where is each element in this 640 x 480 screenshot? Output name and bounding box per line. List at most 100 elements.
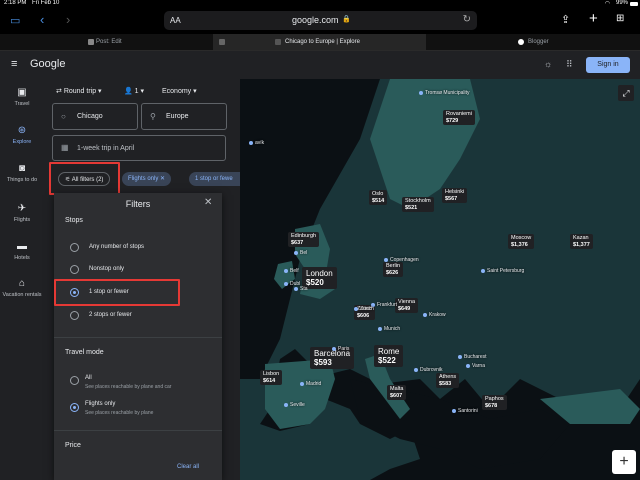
pin-price: $522 (378, 356, 396, 365)
map-dot-icon (423, 313, 427, 317)
map-dot-icon (414, 368, 418, 372)
share-icon[interactable]: ⇪ (561, 13, 570, 26)
tab-strip: Post: Edit Chicago to Europe | Explore B… (0, 34, 640, 51)
pin-city: Stockholm (405, 198, 431, 204)
map-pin[interactable]: Lisbon $614 (260, 370, 283, 385)
travel-mode-heading: Travel mode (65, 349, 104, 356)
map-dot-icon (300, 382, 304, 386)
passengers-select[interactable]: 👤 1 ▾ (124, 87, 144, 95)
radio-nonstop[interactable] (70, 265, 79, 274)
radio-sublabel: See places reachable by plane (85, 410, 154, 416)
cabin-select[interactable]: Economy ▾ (162, 87, 197, 95)
back-icon[interactable]: ‹ (40, 12, 44, 27)
map-pin[interactable]: Vienna $649 (395, 298, 419, 313)
one-stop-highlight (54, 279, 180, 306)
sidebar-item-label: Travel (14, 101, 30, 107)
tab-post-edit[interactable]: Post: Edit (0, 34, 213, 50)
signin-button[interactable]: Sign in (586, 57, 630, 73)
map[interactable]: Rovaniemi $729 Oslo $514 Stockholm $521 Helsin… (240, 79, 640, 480)
text-size-button[interactable]: AA (170, 16, 181, 25)
url-text: google.com (292, 15, 339, 25)
map-place-label: Belf (290, 268, 299, 274)
sidebar-item-vacation-rentals[interactable]: ⌂ Vacation rentals (0, 278, 44, 298)
map-pin[interactable]: Rovaniemi $729 (443, 110, 475, 125)
map-place-label: Santorini (458, 408, 478, 414)
theme-icon[interactable]: ☼ (544, 59, 552, 69)
zoom-in-button[interactable]: + (612, 450, 636, 474)
sidebar-item-flights[interactable]: ✈ Flights (0, 203, 44, 223)
tab-explore[interactable]: Chicago to Europe | Explore (213, 34, 426, 50)
pin-price: $614 (263, 377, 276, 384)
map-dot-icon (354, 307, 358, 311)
radio-two-stops[interactable] (70, 311, 79, 320)
plane-icon: ✈ (17, 203, 27, 214)
map-place-label: Copenhagen (390, 257, 419, 263)
map-pin[interactable]: Berlin $626 (383, 262, 404, 277)
map-pin[interactable]: Helsinki $567 (442, 188, 468, 203)
reload-icon[interactable]: ↻ (463, 14, 471, 25)
map-pin[interactable]: Malta $607 (387, 385, 407, 400)
trip-type-select[interactable]: ⇄ Round trip ▾ (56, 87, 102, 95)
stops-chip[interactable]: 1 stop or fewe (189, 172, 240, 186)
sidebar-item-explore[interactable]: ⊛ Explore (0, 125, 44, 145)
origin-input[interactable]: ○ Chicago (52, 103, 138, 130)
radio-flights-only[interactable] (70, 403, 79, 412)
pin-price: $567 (445, 195, 458, 202)
cabin-value: Economy (162, 88, 192, 95)
fullscreen-icon[interactable]: ⤢ (618, 85, 634, 101)
map-pin[interactable]: Stockholm $521 (402, 197, 434, 212)
pin-city: Kazan (573, 235, 589, 241)
new-tab-icon[interactable]: + (589, 10, 598, 27)
apps-grid-icon[interactable]: ⠿ (566, 59, 573, 70)
radio-label: Any number of stops (89, 244, 145, 250)
sidebar-toggle-icon[interactable]: ▭ (10, 14, 20, 27)
sidebar-item-label: Things to do (6, 177, 38, 183)
map-pin[interactable]: Oslo $514 (369, 190, 388, 205)
map-pin[interactable]: Paphos $678 (482, 395, 507, 410)
blogger-favicon-icon (88, 39, 94, 45)
radio-all-modes[interactable] (70, 376, 79, 385)
status-time: 2:18 PM (4, 0, 27, 6)
price-heading: Price (65, 442, 81, 449)
map-pin[interactable]: Athens $583 (436, 373, 460, 388)
map-dot-icon (481, 269, 485, 273)
pin-city: Malta (390, 386, 404, 392)
flights-only-chip[interactable]: Flights only ✕ (122, 172, 172, 186)
divider (54, 430, 222, 431)
address-bar[interactable]: AA google.com 🔒 ↻ (164, 11, 477, 30)
sidebar: ▣ Travel ⊛ Explore ◙ Things to do ✈ Flights … (0, 79, 44, 480)
suitcase-icon: ▣ (17, 87, 27, 98)
pin-city: Berlin (386, 263, 401, 269)
destination-input[interactable]: ⚲ Europe (141, 103, 227, 130)
close-icon[interactable]: ✕ (160, 176, 165, 182)
pin-city: Rome (378, 347, 400, 356)
close-icon[interactable]: ✕ (204, 197, 212, 208)
dates-input[interactable]: ▦ 1-week trip in April (52, 135, 226, 161)
sidebar-item-travel[interactable]: ▣ Travel (0, 87, 44, 107)
close-tab-icon[interactable] (219, 39, 225, 45)
map-dot-icon (294, 251, 298, 255)
sidebar-item-things-to-do[interactable]: ◙ Things to do (0, 163, 44, 183)
google-favicon-icon (275, 39, 281, 45)
tab-overview-icon[interactable]: ⊞ (616, 13, 624, 24)
pin-city: Rovaniemi (446, 111, 472, 117)
menu-icon[interactable]: ≡ (11, 58, 17, 70)
tab-blogger[interactable]: Blogger (426, 34, 640, 50)
sidebar-item-hotels[interactable]: ▬ Hotels (0, 241, 44, 261)
map-dot-icon (284, 269, 288, 273)
clear-all-button[interactable]: Clear all (177, 464, 199, 470)
pin-price: $521 (405, 204, 418, 211)
compass-icon: ⊛ (17, 125, 27, 136)
radio-any-stops[interactable] (70, 243, 79, 252)
sidebar-item-label: Hotels (14, 255, 30, 261)
map-pin[interactable]: Kazan $1,377 (570, 234, 593, 249)
map-place-label: Saint Petersburg (487, 268, 525, 274)
radio-label: 2 stops or fewer (89, 312, 132, 318)
map-place-label: Dubrovnik (420, 367, 443, 373)
map-place-label: Tromsø Municipality (425, 90, 470, 96)
map-pin[interactable]: Rome $522 (374, 345, 404, 367)
radio-label: All (85, 375, 92, 381)
map-pin[interactable]: Edinburgh $637 (288, 232, 320, 247)
forward-icon[interactable]: › (66, 12, 70, 27)
map-pin[interactable]: Moscow $1,376 (508, 234, 535, 249)
